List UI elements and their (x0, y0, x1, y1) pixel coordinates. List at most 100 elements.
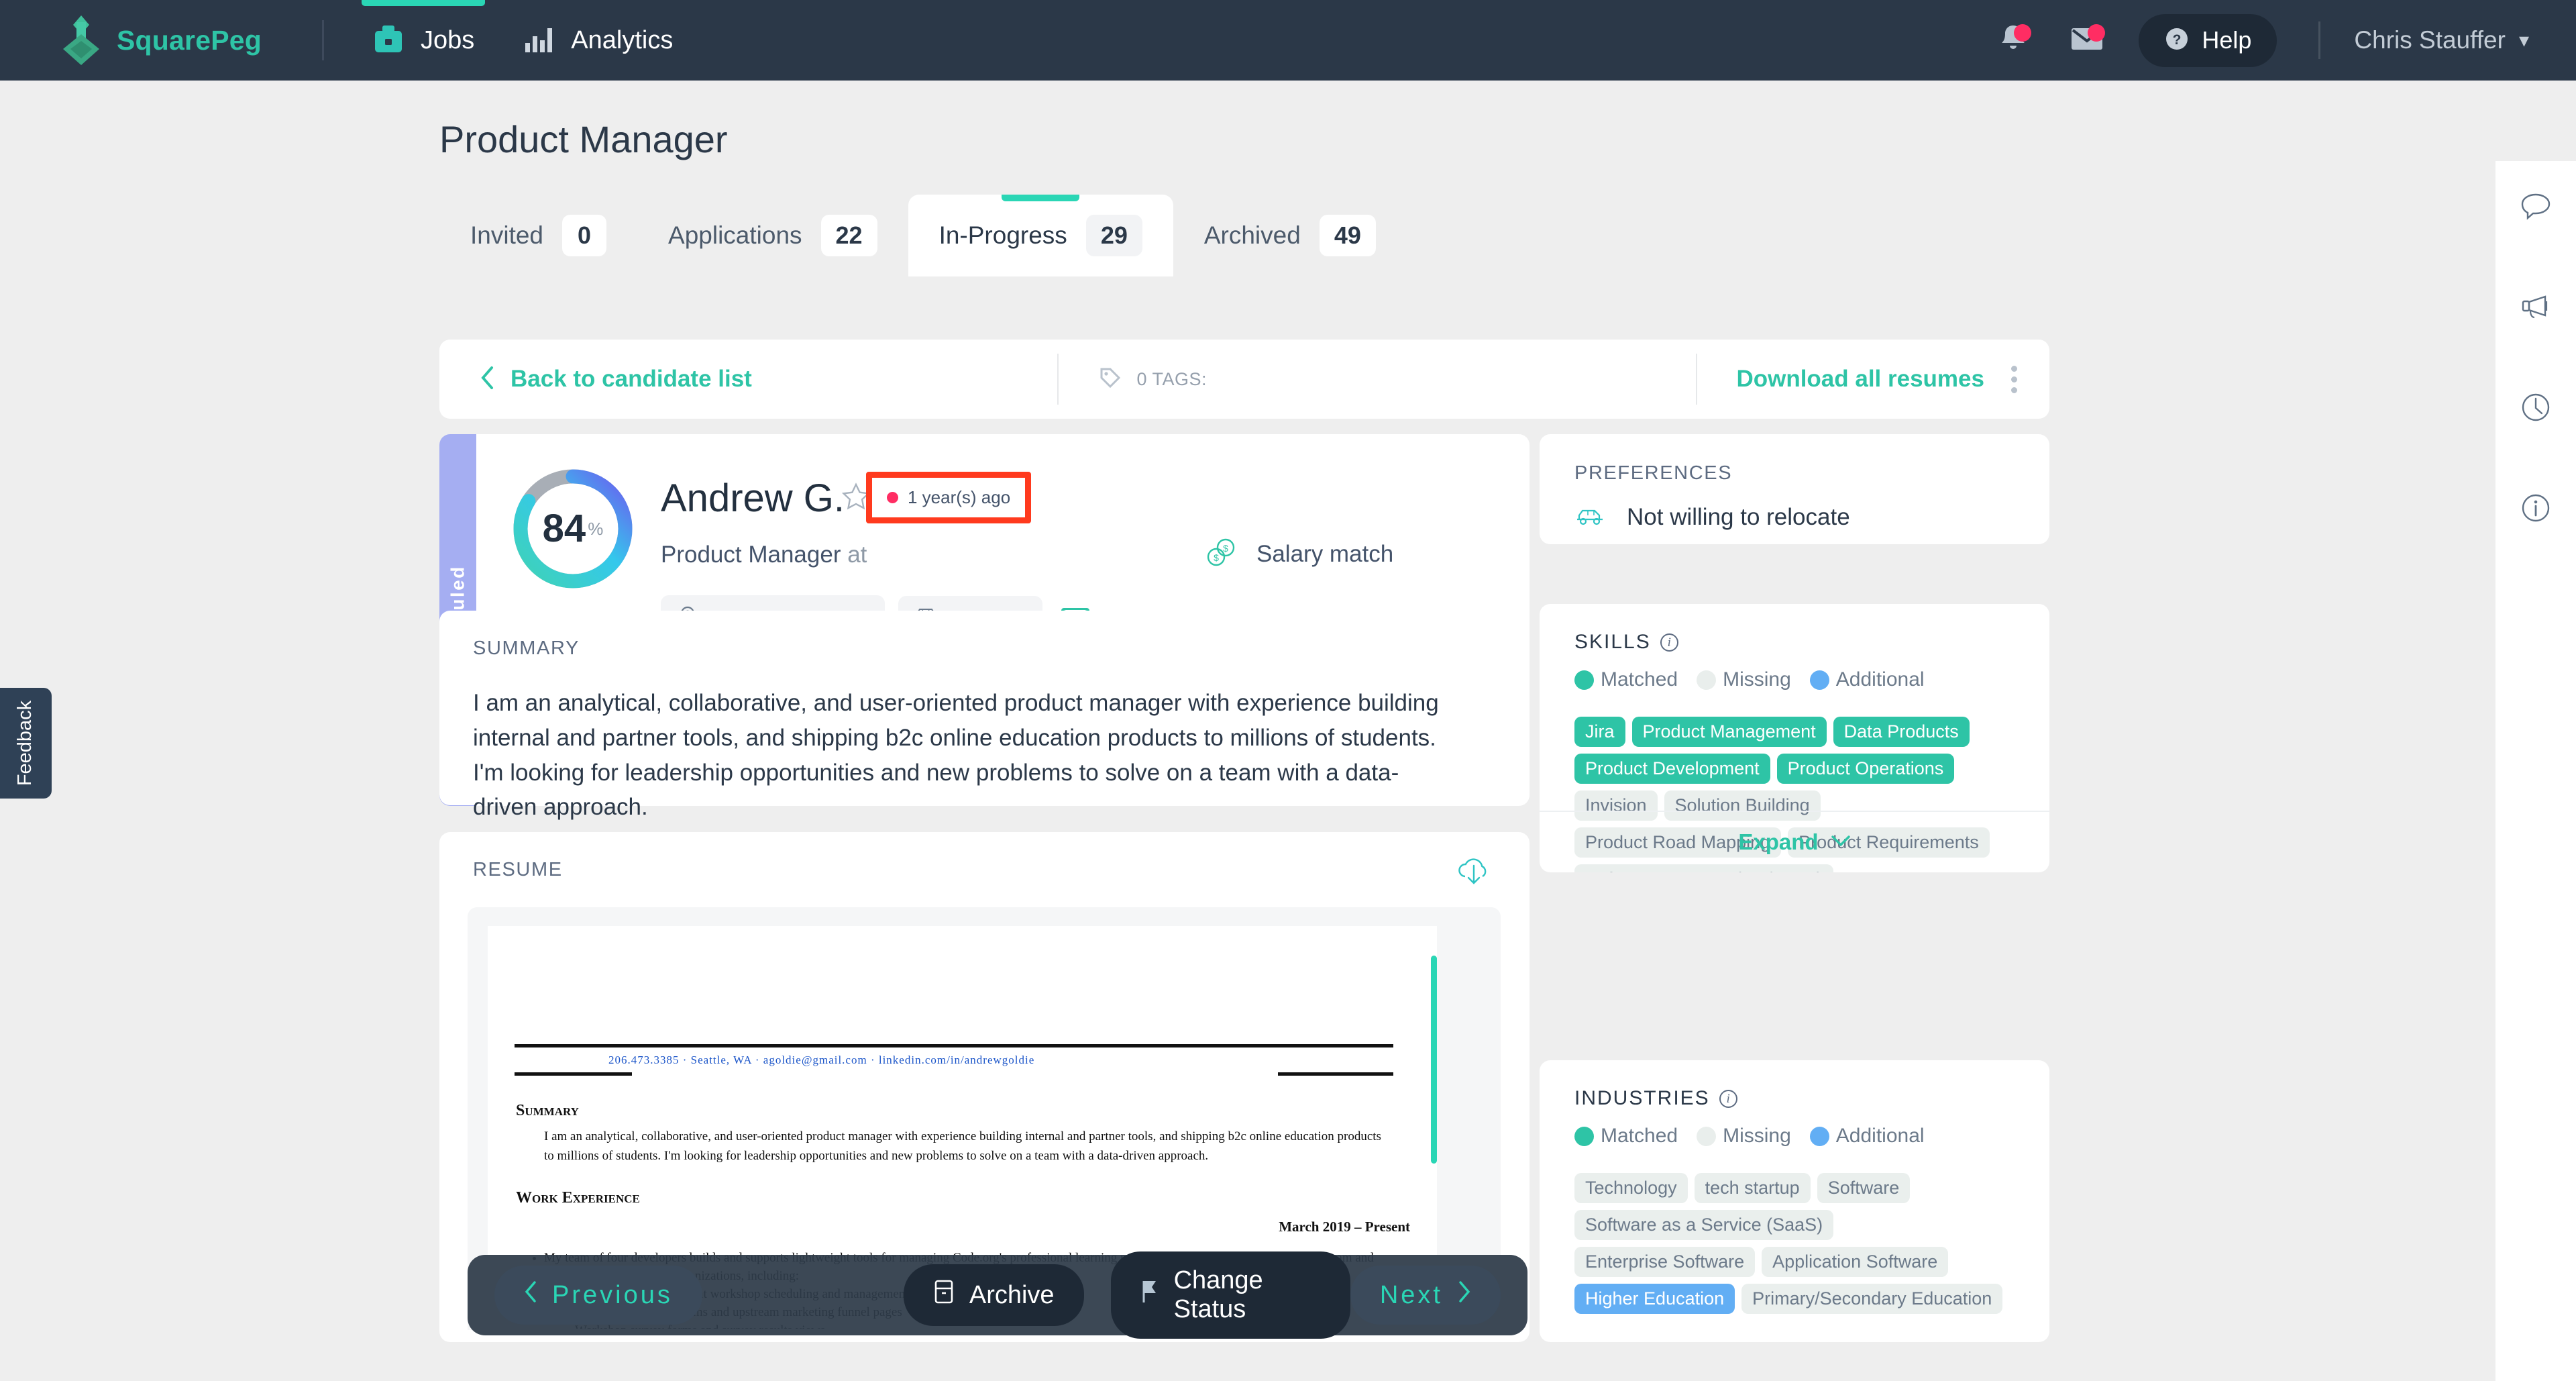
preferences-card: PREFERENCES Not willing to relocate (1540, 434, 2049, 544)
chat-bubble-icon[interactable] (2496, 168, 2576, 244)
previous-candidate-button[interactable]: Previous (494, 1266, 702, 1325)
industry-chip[interactable]: Software as a Service (SaaS) (1574, 1210, 1834, 1240)
briefcase-icon (372, 24, 405, 57)
flag-icon (1140, 1280, 1159, 1311)
last-activity-badge: 1 year(s) ago (866, 472, 1032, 523)
candidate-toolbar: Back to candidate list 0 TAGS: Download … (439, 340, 2049, 419)
resume-scrollbar[interactable] (1431, 956, 1437, 1164)
industry-chip[interactable]: Higher Education (1574, 1284, 1735, 1314)
page-content: Product Manager Invited 0 Applications 2… (0, 81, 2576, 1381)
bar-chart-icon (523, 24, 555, 57)
feedback-tab-button[interactable]: Feedback (0, 688, 52, 799)
candidate-role-title: Product Manager (661, 542, 841, 568)
legend-matched: Matched (1574, 668, 1678, 691)
messages-button[interactable] (2050, 0, 2124, 81)
clock-icon[interactable] (2496, 369, 2576, 446)
tab-archived[interactable]: Archived 49 (1173, 195, 1407, 276)
more-vertical-icon[interactable] (2011, 365, 2017, 393)
nav-item-jobs-label: Jobs (421, 25, 475, 54)
tags-count-label: 0 TAGS: (1136, 368, 1207, 389)
skill-chip[interactable]: Jira (1574, 717, 1625, 747)
industry-chip[interactable]: Technology (1574, 1173, 1688, 1203)
megaphone-icon[interactable] (2496, 268, 2576, 345)
info-icon[interactable]: i (1660, 633, 1678, 652)
legend-additional: Additional (1809, 668, 1925, 691)
topnav-right-cluster: ? Help Chris Stauffer ▾ (1976, 0, 2529, 81)
tags-area[interactable]: 0 TAGS: (1059, 366, 1696, 393)
chevron-down-icon: ▾ (2518, 29, 2529, 52)
info-circle-icon[interactable] (2496, 470, 2576, 546)
legend-missing-label: Missing (1723, 668, 1791, 690)
legend-missing-dot (1697, 1126, 1717, 1146)
info-icon[interactable]: i (1719, 1089, 1737, 1108)
tab-applications[interactable]: Applications 22 (637, 195, 908, 276)
legend-additional-dot (1809, 1126, 1829, 1146)
cloud-download-icon[interactable] (1456, 856, 1492, 890)
match-score-value: 84 % (528, 484, 618, 574)
industries-chip-list: Technology tech startup Software Software a… (1574, 1173, 2017, 1314)
nav-item-jobs[interactable]: Jobs (361, 0, 486, 81)
change-status-label: Change Status (1173, 1266, 1263, 1323)
legend-additional-label: Additional (1835, 1125, 1925, 1147)
archive-button[interactable]: Archive (903, 1264, 1084, 1326)
previous-candidate-label: Previous (552, 1280, 673, 1309)
page-title: Product Manager (439, 118, 728, 160)
svg-text:$: $ (1223, 543, 1228, 554)
brand-logo-link[interactable]: SquarePeg (60, 14, 262, 66)
candidate-action-bar: Previous Archive Change Status Next (468, 1251, 1527, 1339)
toolbar-separator-right (1696, 354, 1698, 405)
legend-missing: Missing (1697, 1125, 1791, 1147)
skills-expand-button[interactable]: Expand (1540, 811, 2049, 872)
preferences-section-label: PREFERENCES (1574, 462, 1733, 484)
tab-applications-label: Applications (668, 221, 802, 249)
skill-chip[interactable]: Product Development (1574, 754, 1770, 784)
notifications-badge (2014, 24, 2032, 42)
industry-chip[interactable]: Software (1817, 1173, 1911, 1203)
legend-matched-label: Matched (1601, 668, 1678, 690)
salary-match-indicator: $ $ Salary match (1204, 535, 1393, 573)
relocation-preference-text: Not willing to relocate (1627, 504, 1850, 530)
industry-chip[interactable]: tech startup (1694, 1173, 1811, 1203)
skills-expand-label: Expand (1738, 829, 1819, 854)
help-button[interactable]: ? Help (2139, 13, 2277, 67)
tag-icon (1099, 366, 1122, 393)
svg-text:$: $ (1214, 552, 1219, 563)
brand-name: SquarePeg (117, 24, 262, 56)
tab-in-progress[interactable]: In-Progress 29 (908, 195, 1173, 276)
last-activity-text: 1 year(s) ago (908, 487, 1011, 507)
nav-item-analytics[interactable]: Analytics (523, 0, 673, 81)
next-candidate-button[interactable]: Next (1350, 1266, 1501, 1325)
resume-section-label: RESUME (473, 859, 563, 880)
industry-chip[interactable]: Enterprise Software (1574, 1247, 1756, 1277)
industries-card: INDUSTRIES i Matched Missing Additional … (1540, 1060, 2049, 1342)
skill-chip[interactable]: Product Management (1631, 717, 1827, 747)
feedback-label: Feedback (14, 700, 36, 786)
tab-in-progress-label: In-Progress (938, 221, 1067, 249)
industry-chip[interactable]: Primary/Secondary Education (1741, 1284, 2003, 1314)
right-utility-rail (2496, 161, 2576, 1381)
tab-in-progress-count: 29 (1085, 215, 1142, 256)
industries-section-label: INDUSTRIES (1574, 1087, 1710, 1109)
change-status-button[interactable]: Change Status (1110, 1251, 1350, 1339)
back-to-candidate-list-button[interactable]: Back to candidate list (480, 366, 752, 393)
question-circle-icon: ? (2164, 26, 2190, 55)
summary-card: SUMMARY I am an analytical, collaborativ… (439, 611, 1529, 820)
legend-matched-dot (1574, 1126, 1594, 1146)
notifications-button[interactable] (1976, 0, 2050, 81)
chevron-down-icon (1831, 835, 1851, 850)
legend-matched-dot (1574, 670, 1594, 690)
legend-missing: Missing (1697, 668, 1791, 691)
download-all-resumes-button[interactable]: Download all resumes (1736, 366, 1984, 393)
industry-chip[interactable]: Application Software (1762, 1247, 1949, 1277)
user-menu[interactable]: Chris Stauffer ▾ (2354, 26, 2529, 54)
resume-rule-top (515, 1044, 1393, 1047)
tab-archived-label: Archived (1203, 221, 1301, 249)
legend-missing-dot (1697, 670, 1717, 690)
tab-invited-label: Invited (470, 221, 544, 249)
user-divider (2318, 21, 2321, 59)
legend-matched: Matched (1574, 1125, 1678, 1147)
relocation-preference-row: Not willing to relocate (1574, 504, 1850, 531)
skill-chip[interactable]: Data Products (1833, 717, 1970, 747)
skill-chip[interactable]: Product Operations (1776, 754, 1955, 784)
tab-invited[interactable]: Invited 0 (439, 195, 637, 276)
